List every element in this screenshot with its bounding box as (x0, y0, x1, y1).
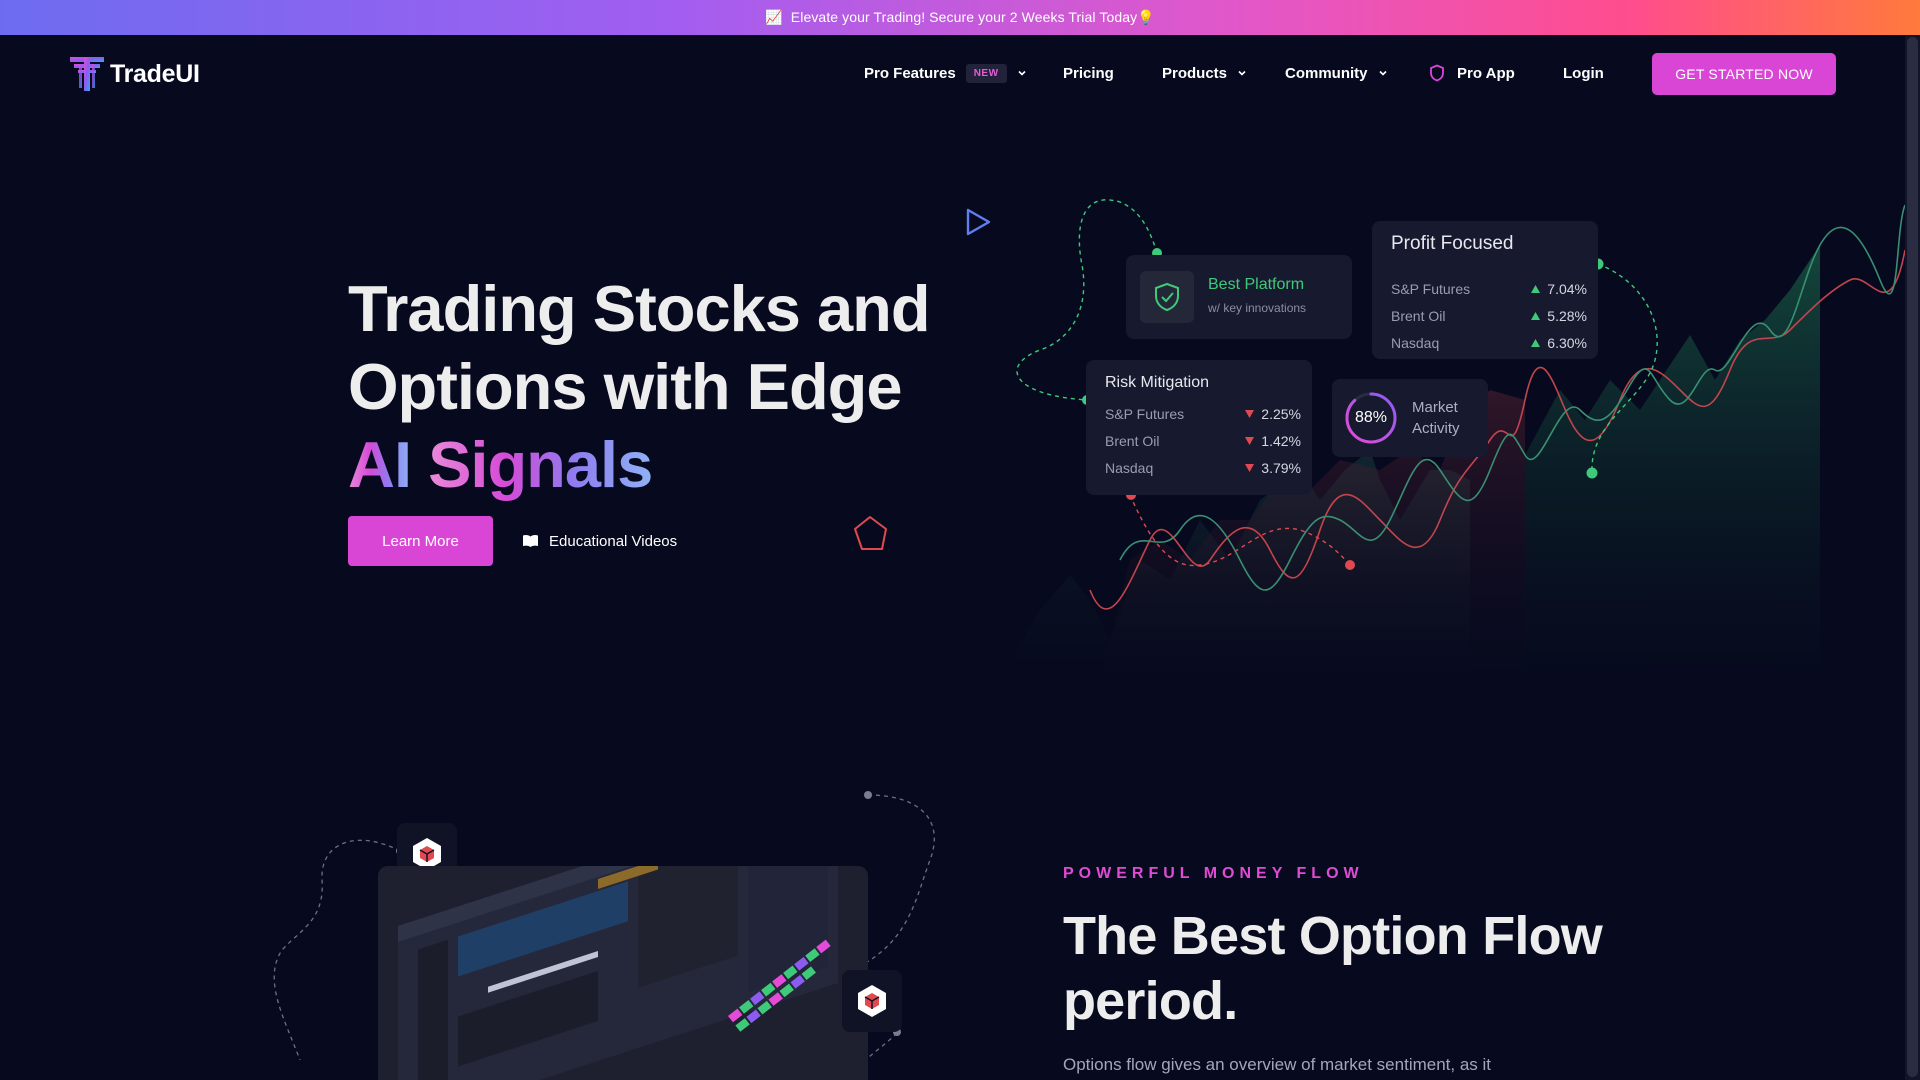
stat-value: 2.25% (1261, 405, 1301, 422)
triangle-down-icon (1245, 409, 1254, 418)
profit-focused-card: Profit Focused S&P Futures 7.04% Brent O… (1372, 221, 1598, 359)
stat-value: 5.28% (1547, 307, 1587, 324)
stat-value: 1.42% (1261, 432, 1301, 449)
stat-label: S&P Futures (1391, 280, 1471, 297)
stat-row: Nasdaq 3.79% (1105, 454, 1301, 481)
profit-rows: S&P Futures 7.04% Brent Oil 5.28% Nasdaq… (1391, 275, 1587, 356)
scrollbar-thumb[interactable] (1907, 37, 1918, 1077)
connector-dot (1345, 560, 1355, 570)
stat-row: Brent Oil 5.28% (1391, 302, 1587, 329)
triangle-down-icon (1245, 463, 1254, 472)
triangle-down-icon (1245, 436, 1254, 445)
best-platform-title: Best Platform (1208, 276, 1305, 293)
stat-label: S&P Futures (1105, 405, 1185, 422)
market-activity-value: 88% (1354, 409, 1388, 426)
product-screenshot (378, 866, 868, 1080)
section-body: Options flow gives an overview of market… (1063, 1055, 1492, 1074)
market-activity-label: Market Activity (1412, 399, 1460, 437)
connector-dot (864, 791, 872, 799)
profit-focused-title: Profit Focused (1391, 233, 1514, 254)
triangle-up-icon (1531, 311, 1540, 320)
pentagon-outline-icon (854, 516, 887, 550)
risk-mitigation-card: Risk Mitigation S&P Futures 2.25% Brent … (1086, 360, 1312, 495)
shield-check-icon (1155, 282, 1179, 312)
hero-title-line1: Trading Stocks and (348, 272, 931, 345)
hero-decoration (273, 199, 1906, 1080)
stat-label: Brent Oil (1105, 432, 1160, 449)
best-platform-subtitle: w/ key innovations (1208, 301, 1307, 315)
stat-row: Brent Oil 1.42% (1105, 427, 1301, 454)
hero-title-signals: Signals (428, 428, 653, 501)
hero-title-line3: AI Signals (348, 426, 968, 504)
open-book-icon (523, 534, 538, 547)
triangle-up-icon (1531, 284, 1540, 293)
triangle-up-icon (1531, 338, 1540, 347)
educational-videos-label: Educational Videos (549, 532, 678, 550)
section-eyebrow: POWERFUL MONEY FLOW (1063, 865, 1364, 882)
connector-dot (1586, 467, 1598, 479)
play-outline-icon (966, 208, 991, 236)
stat-row: S&P Futures 2.25% (1105, 400, 1301, 427)
platform-preview-image (378, 866, 868, 1080)
shield-check-badge (1140, 271, 1194, 323)
market-activity-card: 88% Market Activity (1332, 379, 1488, 457)
hero-title-line2: Options with Edge (348, 350, 903, 423)
learn-more-button[interactable]: Learn More (348, 516, 493, 566)
stat-value: 6.30% (1547, 334, 1587, 351)
best-platform-card: Best Platform w/ key innovations (1126, 255, 1352, 339)
risk-mitigation-title: Risk Mitigation (1105, 374, 1210, 391)
stat-value: 3.79% (1261, 459, 1301, 476)
stat-label: Nasdaq (1391, 334, 1440, 351)
hero-title: Trading Stocks and Options with Edge AI … (348, 270, 968, 504)
educational-videos-link[interactable]: Educational Videos (522, 530, 677, 552)
stat-row: S&P Futures 7.04% (1391, 275, 1587, 302)
dotted-connector (856, 794, 935, 969)
cube-icon (858, 985, 886, 1017)
section-title: The Best Option Flow period. (1063, 906, 1603, 1031)
cube-badge (842, 970, 902, 1032)
risk-rows: S&P Futures 2.25% Brent Oil 1.42% Nasdaq… (1105, 400, 1301, 481)
stat-value: 7.04% (1547, 280, 1587, 297)
stat-label: Nasdaq (1105, 459, 1154, 476)
stat-label: Brent Oil (1391, 307, 1446, 324)
stat-row: Nasdaq 6.30% (1391, 329, 1587, 356)
hero-title-ai: AI (348, 428, 412, 501)
